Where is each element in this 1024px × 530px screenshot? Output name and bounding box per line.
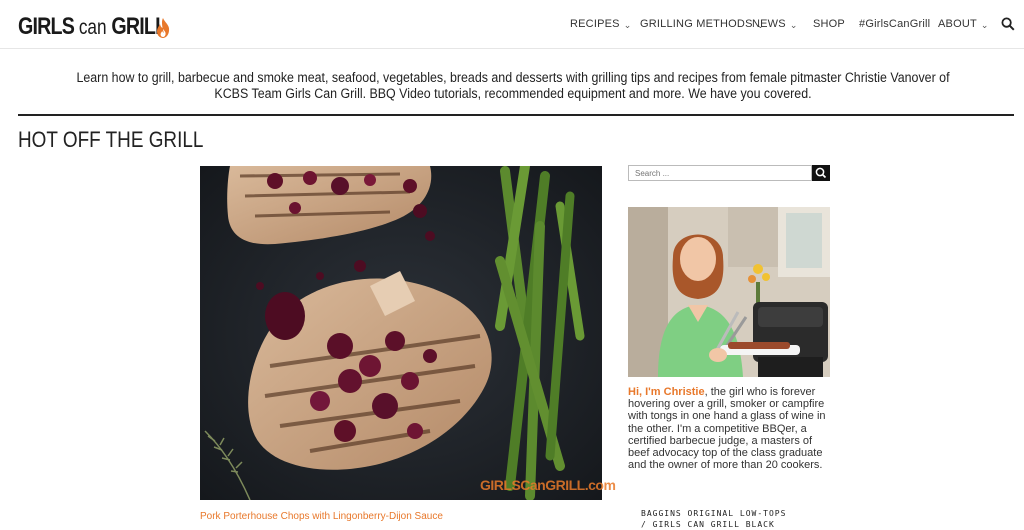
nav-item-grilling-methods[interactable]: GRILLING METHODS ⌄ <box>640 18 764 30</box>
search-icon[interactable] <box>1001 17 1015 31</box>
author-bio: Hi, I'm Christie, the girl who is foreve… <box>628 386 833 471</box>
flame-icon <box>157 18 170 38</box>
featured-recipe-link[interactable]: Pork Porterhouse Chops with Lingonberry-… <box>200 511 443 522</box>
chevron-down-icon: ⌄ <box>980 20 989 30</box>
author-greeting: Hi, I'm Christie <box>628 386 705 398</box>
promo-line-1: BAGGINS ORIGINAL LOW-TOPS <box>641 509 787 518</box>
logo-word-can: can <box>74 16 112 39</box>
sidebar-promo[interactable]: BAGGINS ORIGINAL LOW-TOPS / GIRLS CAN GR… <box>641 508 786 530</box>
featured-recipe-image[interactable] <box>200 166 602 500</box>
author-portrait <box>628 207 830 377</box>
author-bio-text: , the girl who is forever hovering over … <box>628 386 826 472</box>
nav-label: NEWS <box>752 18 786 30</box>
chevron-down-icon: ⌄ <box>789 20 798 30</box>
nav-label: RECIPES <box>570 18 620 30</box>
nav-label: #GirlsCanGrill <box>859 18 931 30</box>
nav-item-about[interactable]: ABOUT ⌄ <box>938 18 989 30</box>
sidebar-search-input[interactable] <box>628 165 812 181</box>
nav-label: GRILLING METHODS <box>640 18 753 30</box>
nav-item-girlscangrill[interactable]: #GirlsCanGrill <box>859 18 930 30</box>
site-logo[interactable]: GIRLS can GRILL <box>18 13 167 42</box>
site-intro: Learn how to grill, barbecue and smoke m… <box>76 70 950 101</box>
nav-item-shop[interactable]: SHOP <box>813 18 845 30</box>
nav-item-recipes[interactable]: RECIPES ⌄ <box>570 18 631 30</box>
search-icon <box>815 167 827 179</box>
divider <box>18 114 1014 116</box>
site-header: GIRLS can GRILL RECIPES ⌄ GRILLING METHOD… <box>0 0 1024 49</box>
sidebar-search-button[interactable] <box>812 165 830 181</box>
nav-label: ABOUT <box>938 18 977 30</box>
promo-line-2: / GIRLS CAN GRILL BLACK <box>641 520 775 529</box>
nav-item-news[interactable]: NEWS ⌄ <box>752 18 798 30</box>
logo-word-girls: GIRLS <box>18 13 75 40</box>
food-photo <box>200 166 602 500</box>
author-photo <box>628 207 830 377</box>
section-title: HOT OFF THE GRILL <box>18 127 204 152</box>
nav-label: SHOP <box>813 18 845 30</box>
chevron-down-icon: ⌄ <box>623 20 632 30</box>
hero-watermark: GIRLSCanGRILL.com <box>480 477 616 493</box>
